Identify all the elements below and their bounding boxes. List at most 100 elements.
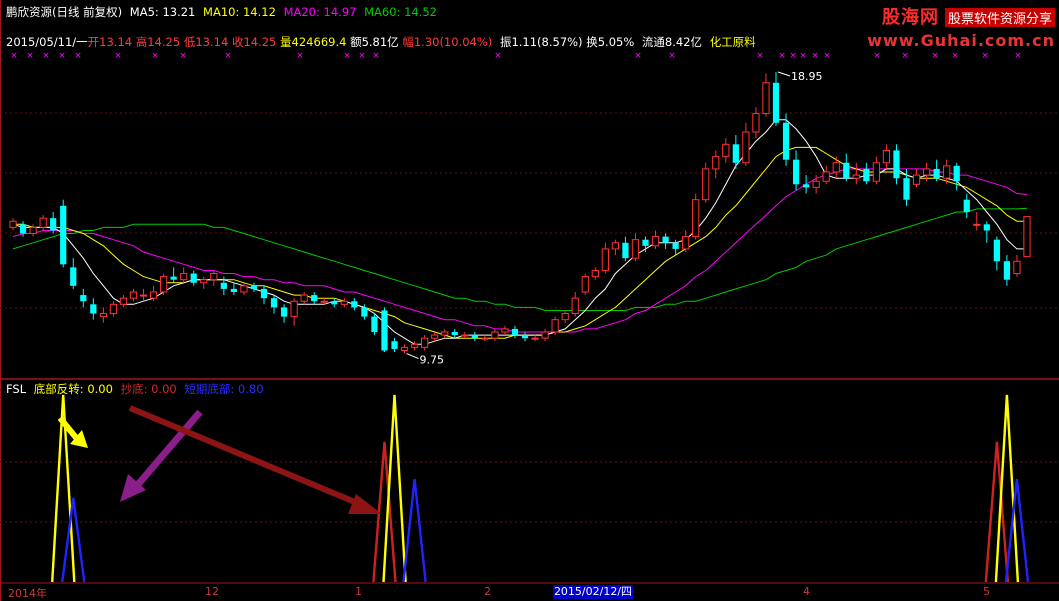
- signal-marker: ×: [343, 51, 351, 61]
- signal-marker: ×: [789, 51, 797, 61]
- signal-marker: ×: [224, 51, 232, 61]
- candle-body-up: [240, 285, 248, 293]
- candle-body-up: [561, 313, 569, 321]
- x-axis-label: 1: [355, 585, 362, 598]
- x-axis-label: 4: [803, 585, 810, 598]
- candle-body-up: [692, 199, 700, 238]
- candle-body-up: [441, 331, 449, 336]
- short-bottom-value: 0.80: [237, 382, 264, 396]
- turnover-value: 5.05%: [597, 35, 635, 49]
- candle-body-down: [371, 316, 378, 332]
- candle-body-up: [501, 328, 509, 333]
- candle-body-down: [351, 301, 358, 308]
- candle-body-down: [80, 295, 87, 302]
- candle-body-down: [993, 239, 1000, 262]
- quote-date: 2015/05/11/一: [6, 35, 88, 49]
- watermark-slogan: 股票软件资源分享: [944, 8, 1055, 27]
- amount-label: 额: [350, 35, 362, 49]
- signal-marker: ×: [114, 51, 122, 61]
- volume-label: 量: [280, 35, 292, 49]
- signal-spike: [402, 478, 427, 583]
- x-axis-label: 2: [484, 585, 491, 598]
- candle-body-up: [410, 343, 419, 348]
- ma10-value: 14.12: [242, 5, 276, 19]
- candle-body-up: [300, 294, 308, 302]
- signal-marker: ×: [811, 51, 819, 61]
- ma5-line: [12, 119, 1027, 345]
- candle-body-up: [481, 337, 489, 340]
- candle-body-down: [772, 82, 780, 123]
- ma5-label: MA5:: [129, 5, 159, 19]
- candle-body-up: [129, 291, 138, 299]
- high-mark-arrow: [777, 71, 791, 77]
- indicator-header: FSL 底部反转: 0.00 抄底: 0.00 短期底部: 0.80: [6, 381, 268, 397]
- candle-body-up: [290, 300, 298, 318]
- low-mark-label: 9.75: [420, 354, 445, 367]
- float-value: 8.42亿: [664, 35, 703, 49]
- candle-body-up: [571, 297, 579, 315]
- signal-marker: ×: [372, 51, 380, 61]
- ma20-value: 14.97: [323, 5, 357, 19]
- ma60-line: [12, 207, 1028, 311]
- signal-marker: ×: [42, 51, 50, 61]
- candle-body-up: [742, 131, 750, 164]
- high-value: 14.25: [147, 35, 181, 49]
- candle-body-up: [591, 269, 599, 278]
- kline-chart[interactable]: × × × × × × × × × × × × × × × × × × × × × × × × × × × ×18.959.75: [0, 0, 1059, 601]
- signal-marker: ×: [823, 51, 831, 61]
- bottom-fishing-value: 0.00: [151, 382, 177, 396]
- indicator-name[interactable]: FSL: [6, 382, 26, 396]
- candle-body-down: [280, 307, 288, 317]
- bottom-fishing-label: 抄底:: [120, 382, 148, 396]
- candle-body-down: [511, 328, 519, 336]
- candle-body-up: [461, 334, 469, 337]
- candle-body-up: [340, 300, 348, 305]
- candle-body-up: [912, 174, 921, 185]
- candle-body-up: [39, 217, 47, 228]
- candle-body-up: [139, 294, 148, 297]
- candle-body-down: [662, 236, 669, 243]
- candle-body-down: [983, 224, 990, 231]
- bottom-reversal-label: 底部反转:: [33, 382, 84, 396]
- ma20-label: MA20:: [283, 5, 320, 19]
- candle-body-down: [19, 224, 27, 234]
- candle-body-up: [491, 331, 499, 339]
- candle-body-down: [260, 288, 268, 299]
- candle-body-down: [220, 282, 227, 289]
- open-label: 开: [87, 35, 100, 49]
- candle-body-up: [99, 313, 107, 318]
- candle-body-up: [882, 149, 891, 164]
- high-mark-label: 18.95: [791, 70, 823, 83]
- signal-marker: ×: [358, 51, 366, 61]
- low-label: 低: [183, 35, 196, 49]
- candle-body-down: [803, 184, 810, 188]
- signal-marker: ×: [756, 51, 764, 61]
- signal-marker: ×: [951, 51, 959, 61]
- signal-marker: ×: [901, 51, 909, 61]
- candle-body-down: [170, 276, 177, 280]
- candle-body-down: [893, 150, 900, 179]
- candle-body-up: [712, 156, 720, 170]
- candle-body-down: [953, 165, 960, 182]
- candle-body-up: [651, 236, 660, 247]
- signal-marker: ×: [634, 51, 642, 61]
- signal-marker: ×: [981, 51, 989, 61]
- change-value: 1.30(10.04%): [413, 35, 493, 49]
- candle-body-up: [943, 165, 951, 179]
- candle-body-down: [1003, 261, 1011, 280]
- amplitude-label: 振: [499, 35, 512, 49]
- ma60-label: MA60:: [364, 5, 401, 19]
- candle-body-up: [210, 273, 218, 281]
- candle-body-down: [843, 162, 850, 179]
- candle-body-down: [471, 335, 478, 339]
- sector-label[interactable]: 化工原料: [710, 35, 756, 49]
- candle-body-up: [872, 162, 881, 182]
- stock-name: 鹏欣资源(日线 前复权): [6, 5, 123, 19]
- candle-body-down: [90, 304, 97, 314]
- signal-marker: ×: [873, 51, 881, 61]
- candle-body-up: [702, 168, 710, 201]
- ma60-value: 14.52: [404, 5, 438, 19]
- signal-marker: ×: [74, 51, 82, 61]
- signal-marker: ×: [931, 51, 939, 61]
- candle-body-up: [852, 174, 860, 179]
